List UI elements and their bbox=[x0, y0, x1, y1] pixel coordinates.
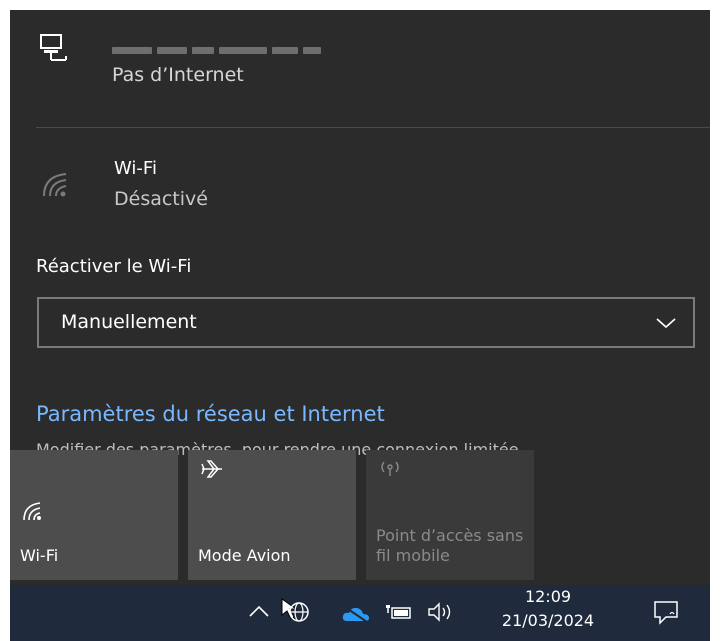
mobile-hotspot-icon bbox=[378, 458, 402, 480]
reactivate-dropdown[interactable]: Manuellement bbox=[37, 297, 695, 348]
network-name-blurred bbox=[112, 40, 392, 54]
wifi-title[interactable]: Wi-Fi bbox=[114, 158, 157, 179]
hotspot-tile-label: Point d’accès sans fil mobile bbox=[376, 526, 524, 565]
wifi-status: Désactivé bbox=[114, 188, 208, 210]
onedrive-icon[interactable] bbox=[342, 605, 370, 627]
chevron-up-icon[interactable] bbox=[248, 603, 270, 622]
airplane-mode-tile[interactable]: Mode Avion bbox=[188, 450, 356, 580]
wifi-icon bbox=[22, 500, 46, 522]
airplane-tile-label: Mode Avion bbox=[198, 546, 291, 565]
network-globe-icon[interactable] bbox=[280, 595, 310, 629]
network-flyout: Pas d’Internet Wi-Fi Désactivé Réactiver… bbox=[10, 10, 710, 585]
ethernet-computer-icon bbox=[38, 32, 70, 64]
notification-icon[interactable] bbox=[652, 599, 680, 629]
airplane-icon bbox=[200, 458, 224, 480]
wifi-tile-label: Wi-Fi bbox=[20, 546, 59, 565]
clock-date: 21/03/2024 bbox=[501, 611, 595, 630]
mobile-hotspot-tile[interactable]: Point d’accès sans fil mobile bbox=[366, 450, 534, 580]
clock-time: 12:09 bbox=[524, 587, 572, 606]
taskbar: 12:09 21/03/2024 bbox=[10, 585, 710, 641]
network-status: Pas d’Internet bbox=[112, 64, 244, 86]
taskbar-clock[interactable]: 12:09 21/03/2024 bbox=[488, 585, 608, 633]
wifi-tile[interactable]: Wi-Fi bbox=[10, 450, 178, 580]
reactivate-label: Réactiver le Wi-Fi bbox=[36, 256, 192, 277]
network-settings-link[interactable]: Paramètres du réseau et Internet bbox=[36, 402, 385, 426]
chevron-down-icon bbox=[655, 315, 677, 329]
dropdown-value: Manuellement bbox=[61, 311, 197, 333]
speaker-icon[interactable] bbox=[426, 601, 456, 627]
wifi-off-icon[interactable] bbox=[40, 170, 76, 200]
battery-icon[interactable] bbox=[384, 603, 414, 625]
divider bbox=[36, 127, 710, 128]
